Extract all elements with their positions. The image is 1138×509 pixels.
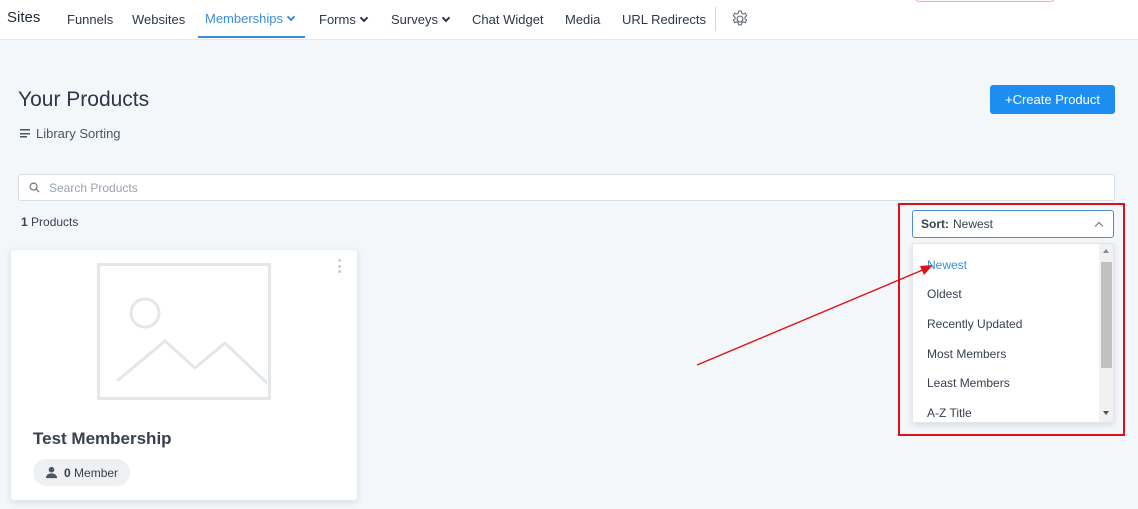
search-input[interactable]	[49, 180, 949, 195]
sort-option-recently-updated[interactable]: Recently Updated	[927, 317, 1022, 331]
notification-pill[interactable]	[915, 0, 1055, 2]
products-count: 1 Products	[21, 215, 78, 229]
sort-menu-scrollbar[interactable]	[1099, 244, 1113, 422]
brand-title: Sites	[7, 9, 41, 26]
chevron-down-icon	[441, 13, 451, 22]
library-sorting-label: Library Sorting	[36, 126, 121, 141]
more-options-icon[interactable]	[338, 259, 342, 273]
nav-item-label: Memberships	[205, 11, 284, 26]
nav-item-label: Chat Widget	[472, 12, 544, 27]
products-count-number: 1	[21, 215, 28, 229]
nav-item-media[interactable]: Media	[565, 12, 600, 27]
nav-item-surveys[interactable]: Surveys	[391, 12, 451, 27]
sort-option-oldest[interactable]: Oldest	[927, 287, 962, 301]
nav-item-chat-widget[interactable]: Chat Widget	[472, 12, 544, 27]
sort-option-newest[interactable]: Newest	[927, 258, 967, 272]
sort-value: Newest	[953, 217, 994, 231]
member-count-badge: 0 Member	[33, 459, 131, 486]
member-count-label: Member	[74, 465, 119, 480]
nav-item-label: Forms	[319, 12, 356, 27]
sort-option-most-members[interactable]: Most Members	[927, 347, 1006, 361]
scrollbar-thumb[interactable]	[1101, 262, 1112, 368]
create-product-button[interactable]: +Create Product	[990, 85, 1115, 114]
nav-item-url-redirects[interactable]: URL Redirects	[622, 12, 706, 27]
scroll-down-arrow-icon[interactable]	[1103, 411, 1109, 415]
active-tab-underline	[198, 36, 305, 38]
product-card[interactable]: Test Membership 0 Member	[11, 250, 357, 500]
nav-item-forms[interactable]: Forms	[319, 12, 369, 27]
nav-item-funnels[interactable]: Funnels	[67, 12, 113, 27]
nav-item-label: Funnels	[67, 12, 114, 27]
sort-option-a-z-title[interactable]: A-Z Title	[927, 406, 972, 420]
search-icon	[29, 182, 40, 193]
sort-select[interactable]: Sort: Newest	[912, 210, 1114, 238]
page-title: Your Products	[18, 88, 150, 111]
sort-option-least-members[interactable]: Least Members	[927, 376, 1010, 390]
image-placeholder-icon	[97, 263, 271, 400]
search-bar	[18, 174, 1115, 201]
nav-divider	[715, 7, 716, 31]
top-nav: Sites Funnels Websites Memberships Forms…	[0, 0, 1138, 40]
nav-item-websites[interactable]: Websites	[132, 12, 185, 27]
chevron-up-icon	[1094, 221, 1104, 231]
sort-lines-icon	[20, 129, 30, 138]
scroll-up-arrow-icon[interactable]	[1103, 249, 1109, 253]
nav-item-label: URL Redirects	[622, 12, 707, 27]
nav-item-label: Surveys	[391, 12, 438, 27]
product-title: Test Membership	[33, 429, 172, 448]
nav-item-memberships[interactable]: Memberships	[205, 11, 296, 26]
sort-menu: Newest Oldest Recently Updated Most Memb…	[912, 243, 1114, 423]
chevron-down-icon	[286, 12, 296, 21]
products-count-label: Products	[31, 215, 79, 229]
gear-icon[interactable]	[730, 9, 750, 29]
user-icon	[45, 466, 58, 479]
nav-item-label: Media	[565, 12, 601, 27]
sort-label: Sort:	[921, 217, 949, 231]
nav-item-label: Websites	[132, 12, 186, 27]
chevron-down-icon	[359, 13, 369, 22]
member-count-number: 0	[64, 465, 71, 480]
library-sorting-link[interactable]: Library Sorting	[20, 126, 121, 141]
